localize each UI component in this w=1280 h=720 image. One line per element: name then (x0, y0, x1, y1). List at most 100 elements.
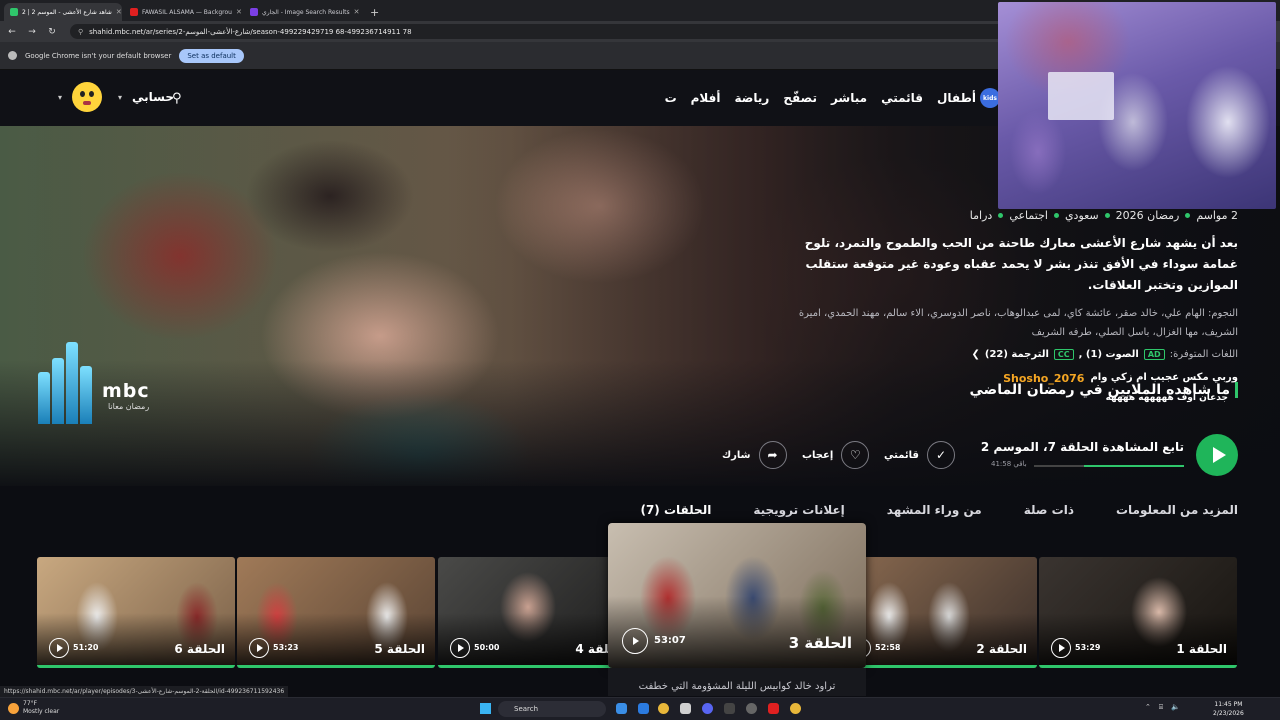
share-label: شارك (722, 449, 751, 461)
my-list-button[interactable]: ✓ قائمتي (884, 441, 955, 469)
mbc-logo-text: mbc (102, 380, 150, 402)
infobar-text: Google Chrome isn't your default browser (25, 51, 172, 60)
episode-card[interactable]: الحلقة 1 53:29 (1039, 557, 1237, 668)
share-button[interactable]: ➦ شارك (722, 441, 787, 469)
towers-graphic (36, 342, 94, 424)
nav-item-browse[interactable]: تصفّح (783, 91, 817, 105)
app-icon[interactable] (724, 703, 735, 714)
set-default-button[interactable]: Set as default (179, 48, 244, 63)
episode-duration: 50:00 (474, 643, 500, 652)
play-button[interactable] (1196, 434, 1238, 476)
play-circle-icon[interactable] (1051, 638, 1071, 658)
avatar[interactable] (72, 82, 103, 112)
weather-widget[interactable]: 77°F Mostly clear (8, 700, 59, 716)
chevron-up-icon[interactable]: ⌃ (1145, 703, 1151, 712)
chevron-down-icon: ▾ (58, 92, 63, 102)
webcam-overlay (998, 2, 1276, 209)
available-languages: اللغات المتوفرة: AD الصوت (1) , CC الترج… (971, 349, 1238, 360)
nav-item-live[interactable]: مباشر (831, 91, 867, 105)
episode-title: الحلقة 5 (374, 642, 425, 656)
close-tab-icon[interactable]: ✕ (116, 8, 122, 16)
play-circle-icon[interactable] (249, 638, 269, 658)
account-menu[interactable]: ▾ ▾ حسابي (58, 82, 174, 112)
play-circle-icon[interactable] (622, 628, 648, 654)
network-icon[interactable]: ⌸ (1159, 703, 1163, 712)
browser-tab-youtube[interactable]: FAWASIL ALSAMA — Backgrou ✕ (124, 3, 242, 21)
chrome-icon (8, 51, 17, 60)
share-icon: ➦ (758, 441, 787, 469)
explorer-icon[interactable] (638, 703, 649, 714)
tab-title: شاهد شارع الأعشى - الموسم 2 | 2 (22, 8, 112, 16)
volume-icon[interactable]: 🔈 (1171, 703, 1180, 712)
meta-season-label: رمضان 2026 (1115, 209, 1180, 222)
browser-tab-shahid[interactable]: شاهد شارع الأعشى - الموسم 2 | 2 ✕ (4, 3, 122, 21)
discord-icon[interactable] (702, 703, 713, 714)
episode-progress (438, 665, 636, 668)
like-button[interactable]: ♡ إعجاب (802, 441, 870, 469)
store-icon[interactable] (680, 703, 691, 714)
app-red-icon[interactable] (768, 703, 779, 714)
audio-count: الصوت (1) , (1078, 349, 1139, 360)
episode-card[interactable]: الحلقة 2 52:58 (839, 557, 1037, 668)
tab-related[interactable]: ذات صلة (1024, 503, 1074, 527)
close-tab-icon[interactable]: ✕ (354, 8, 360, 16)
episode-card[interactable]: الحلقة 5 53:23 (237, 557, 435, 668)
episode-card[interactable]: الحلقة 6 51:20 (37, 557, 235, 668)
chrome-taskbar-icon-2[interactable] (790, 703, 801, 714)
play-circle-icon[interactable] (450, 638, 470, 658)
close-tab-icon[interactable]: ✕ (236, 8, 242, 16)
shahid-favicon-icon (10, 8, 18, 16)
tab-more-info[interactable]: المزيد من المعلومات (1116, 503, 1238, 527)
episode-card-hovered[interactable]: الحلقة 3 53:07 (608, 523, 866, 668)
nav-item-sports[interactable]: رياضة (735, 91, 770, 105)
episode-duration: 53:23 (273, 643, 299, 652)
episode-title: الحلقة 3 (788, 634, 852, 652)
episode-progress (237, 665, 435, 668)
weather-temp: 77°F (23, 700, 38, 707)
system-clock[interactable]: 11:45 PM 2/23/2026 (1213, 700, 1244, 718)
chevron-left-icon[interactable]: ❯ (971, 349, 979, 360)
kids-badge-icon: kids (980, 88, 1000, 108)
youtube-favicon-icon (130, 8, 138, 16)
search-favicon-icon (250, 8, 258, 16)
taskbar-search[interactable]: Search (498, 701, 606, 717)
episode-title: الحلقة 2 (976, 642, 1027, 656)
tab-behind-the-scenes[interactable]: من وراء المشهد (887, 503, 982, 527)
monitor-graphic (1048, 72, 1114, 120)
like-label: إعجاب (802, 449, 834, 461)
episode-title: الحلقة 1 (1176, 642, 1227, 656)
site-info-icon[interactable]: ⚲ (78, 28, 83, 36)
nav-item-my-list[interactable]: قائمتي (881, 91, 923, 105)
nav-item-partial[interactable]: ت (665, 91, 677, 105)
new-tab-icon[interactable]: + (370, 3, 379, 21)
search-icon[interactable]: ⚲ (172, 91, 182, 106)
audio-description-icon: AD (1143, 349, 1165, 360)
windows-start-icon[interactable] (480, 703, 491, 714)
stream-chat-line: جدعان اوف هههههه ههههه (1105, 393, 1228, 403)
episode-progress (839, 665, 1037, 668)
url-text: shahid.mbc.net/ar/series/2-شارع-الأعشى-ا… (89, 27, 412, 36)
system-tray: ⌃ ⌸ 🔈 (1145, 703, 1180, 712)
taskbar-search-label: Search (514, 705, 539, 713)
meta-genre-social: اجتماعي (1009, 209, 1048, 222)
back-icon[interactable]: ← (6, 27, 18, 37)
chrome-taskbar-icon[interactable] (658, 703, 669, 714)
meta-genre-drama: دراما (969, 209, 993, 222)
episode-duration: 53:07 (654, 635, 686, 646)
obs-icon[interactable] (746, 703, 757, 714)
edge-icon[interactable] (616, 703, 627, 714)
windows-taskbar: 77°F Mostly clear Search ⌃ ⌸ 🔈 11:45 PM … (0, 697, 1280, 720)
url-field[interactable]: ⚲ shahid.mbc.net/ar/series/2-شارع-الأعشى… (70, 24, 1060, 39)
main-nav: ت أفلام رياضة تصفّح مباشر قائمتي kids أط… (665, 70, 1000, 126)
episode-card[interactable]: الحلقة 4 50:00 (438, 557, 636, 668)
reload-icon[interactable]: ↻ (46, 27, 58, 37)
series-cast: النجوم: الهام علي، خالد صقر، عائشة كاي، … (798, 308, 1238, 338)
play-circle-icon[interactable] (49, 638, 69, 658)
mbc-ramadan-logo: mbc رمضان معانا (36, 342, 176, 424)
browser-tab-image-search[interactable]: الجاري - Image Search Results ✕ (244, 3, 362, 21)
nav-item-movies[interactable]: أفلام (691, 91, 721, 105)
nav-item-kids[interactable]: kids أطفال (937, 88, 1000, 108)
play-icon (1212, 447, 1226, 463)
continue-watching-label[interactable]: تابع المشاهدة الحلقة 7، الموسم 2 (981, 440, 1184, 454)
forward-icon[interactable]: → (26, 27, 38, 37)
